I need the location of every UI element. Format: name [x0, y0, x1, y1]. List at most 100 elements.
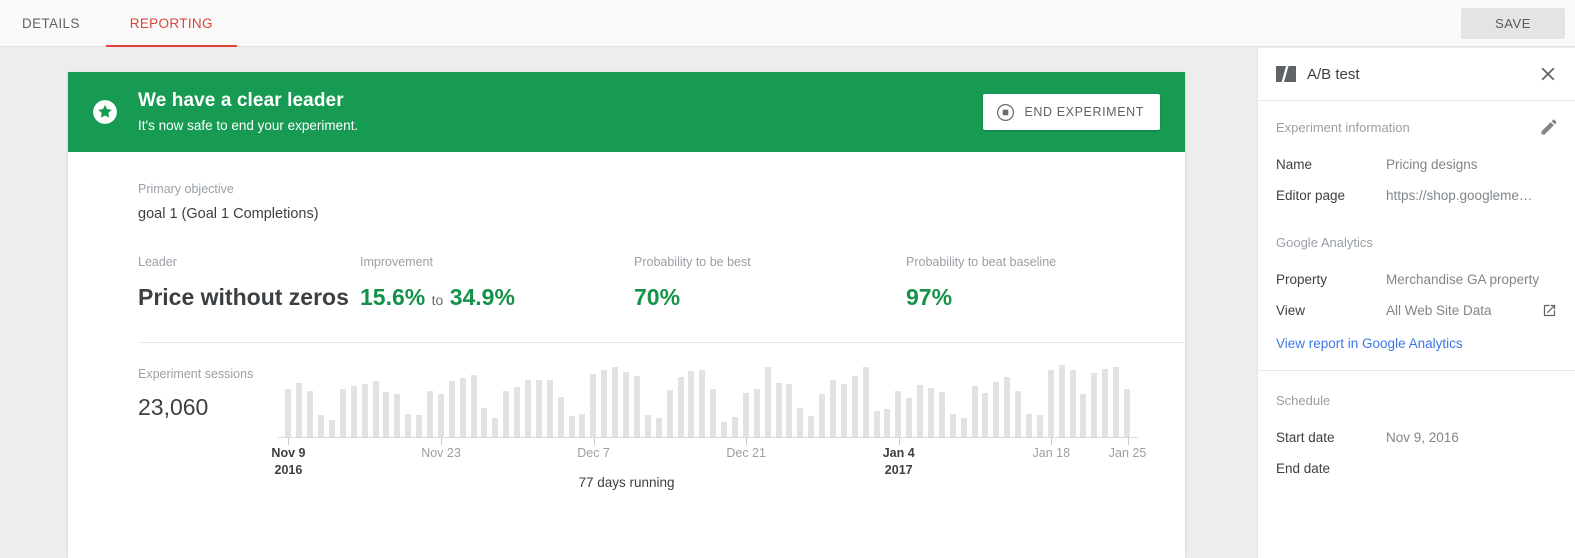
chart-bar [481, 407, 488, 437]
row-name-key: Name [1276, 157, 1313, 172]
chart-bar-slot [784, 365, 795, 437]
chart-bar-slot [882, 365, 893, 437]
chart-bar-slot [1122, 365, 1133, 437]
tab-details[interactable]: DETAILS [0, 0, 106, 47]
close-icon[interactable] [1537, 63, 1559, 85]
chart-bar-slot [621, 365, 632, 437]
metric-leader: Leader Price without zeros [138, 253, 360, 315]
metric-probability-best-value: 70% [634, 284, 681, 310]
row-name-value: Pricing designs [1386, 157, 1478, 172]
chart-bar-slot [904, 365, 915, 437]
chart-bar-slot [533, 365, 544, 437]
end-experiment-button[interactable]: END EXPERIMENT [983, 94, 1160, 130]
chart-bar [1004, 376, 1011, 437]
chart-bars [283, 365, 1133, 437]
chart-bar-slot [664, 365, 675, 437]
chart-bar-slot [1056, 365, 1067, 437]
chart-x-label: Dec 21 [726, 446, 766, 460]
chart-bar [666, 389, 673, 437]
chart-tick [746, 438, 748, 445]
chart-bar [710, 389, 717, 437]
section-schedule-title: Schedule [1276, 393, 1331, 408]
chart-tick [288, 438, 290, 445]
chart-bar-slot [719, 365, 730, 437]
chart-bar [405, 413, 412, 437]
chart-bar-slot [762, 365, 773, 437]
stop-circle-icon [996, 103, 1015, 122]
chart-bar-slot [860, 365, 871, 437]
panel-header: A/B test [1258, 48, 1575, 101]
tab-reporting[interactable]: REPORTING [105, 0, 238, 47]
chart-axis-ticks [278, 438, 1138, 445]
chart-bar-slot [991, 365, 1002, 437]
section-google-analytics-title: Google Analytics [1276, 235, 1373, 250]
chart-bar [285, 389, 292, 437]
chart-bar-slot [926, 365, 937, 437]
metric-probability-baseline: Probability to beat baseline 97% [906, 253, 1056, 315]
open-in-new-icon[interactable] [1542, 303, 1557, 318]
chart-bar [503, 390, 510, 437]
chart-bar [927, 388, 934, 437]
tab-bar: DETAILS REPORTING [0, 0, 238, 47]
chart-bar-slot [969, 365, 980, 437]
save-button[interactable]: SAVE [1461, 8, 1565, 39]
chart-bar [394, 394, 401, 437]
chart-bar [307, 391, 314, 437]
chart-bar [350, 385, 357, 437]
chart-bar [699, 370, 706, 437]
chart-bar [296, 382, 303, 437]
chart-bar [829, 380, 836, 437]
metric-probability-best-label: Probability to be best [634, 255, 751, 269]
metric-probability-baseline-value: 97% [906, 284, 953, 310]
chart-bar [949, 413, 956, 437]
pencil-icon[interactable] [1539, 117, 1559, 137]
section-google-analytics: Google Analytics Property Merchandise GA… [1258, 211, 1575, 351]
row-start-date-value: Nov 9, 2016 [1386, 430, 1459, 445]
chart-bar-slot [697, 365, 708, 437]
chart-bar-slot [316, 365, 327, 437]
chart-bar [938, 392, 945, 437]
chart-bar [1036, 415, 1043, 437]
chart-bar [917, 385, 924, 437]
chart-bar-slot [294, 365, 305, 437]
chart-bar-slot [403, 365, 414, 437]
chart-bar-slot [566, 365, 577, 437]
chart-bar [623, 371, 630, 437]
chart-bar [1080, 394, 1087, 437]
row-view: View All Web Site Data [1276, 295, 1557, 326]
metric-probability-best: Probability to be best 70% [634, 253, 906, 315]
chart-bar-slot [1078, 365, 1089, 437]
chart-bar-slot [1013, 365, 1024, 437]
row-view-key: View [1276, 303, 1306, 318]
chart-bar [416, 415, 423, 437]
chart-bar [1069, 369, 1076, 437]
chart-bar-slot [740, 365, 751, 437]
chart-bar [655, 418, 662, 437]
metric-improvement-value: 15.6% to 34.9% [360, 282, 634, 315]
chart-bar [590, 373, 597, 437]
chart-bar [546, 380, 553, 437]
experiment-details-panel: A/B test Experiment information Name Pri… [1257, 48, 1575, 558]
chart-bar-slot [947, 365, 958, 437]
chart-bar-slot [435, 365, 446, 437]
chart-bar [470, 375, 477, 437]
panel-title: A/B test [1307, 65, 1360, 83]
tab-details-label: DETAILS [22, 16, 80, 31]
chart-bar [797, 408, 804, 437]
chart-bar [993, 382, 1000, 437]
chart-bar-slot [893, 365, 904, 437]
sessions-bar-chart: Nov 9 2016 Nov 23 Dec 7 Dec 21 Jan 4 2017 Jan 1… [271, 349, 1146, 489]
chart-bar [1015, 390, 1022, 437]
banner-text-block: We have a clear leader It's now safe to … [138, 89, 358, 136]
chart-bar-slot [1100, 365, 1111, 437]
chart-tick [441, 438, 442, 445]
view-report-link[interactable]: View report in Google Analytics [1276, 336, 1557, 351]
chart-bar-slot [632, 365, 643, 437]
section-experiment-information-title: Experiment information [1276, 120, 1410, 135]
chart-bar [895, 391, 902, 437]
chart-bar [372, 381, 379, 437]
chart-bar [808, 416, 815, 437]
chart-bar [437, 394, 444, 437]
chart-tick [1051, 438, 1053, 445]
chart-bar [339, 389, 346, 437]
